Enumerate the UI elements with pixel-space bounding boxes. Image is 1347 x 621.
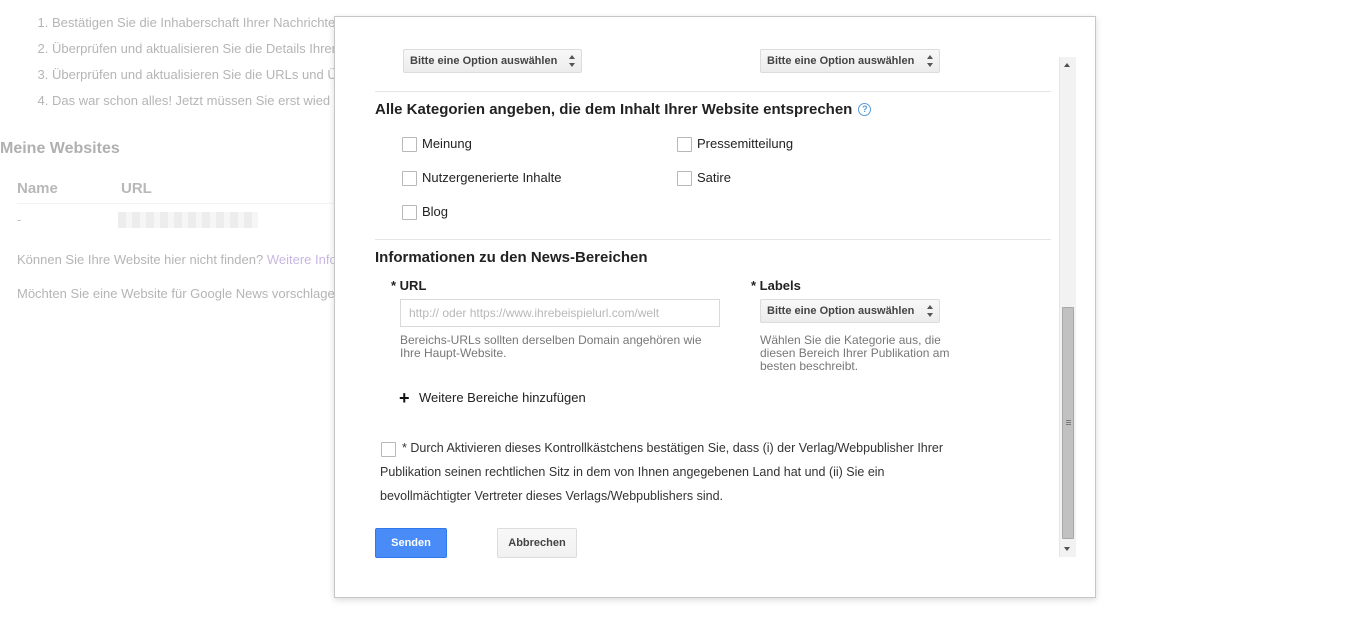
sections-heading: Informationen zu den News-Bereichen [375, 249, 648, 266]
scroll-down-icon[interactable] [1060, 541, 1076, 557]
select-arrows-icon [927, 304, 934, 318]
scrollbar-thumb[interactable] [1062, 307, 1074, 539]
consent-text-line: * Durch Aktivieren dieses Kontrollkästch… [402, 441, 944, 455]
checkbox-nutzergenerierte-inhalte[interactable] [402, 171, 417, 186]
not-found-text: Können Sie Ihre Website hier nicht finde… [17, 252, 337, 267]
grip-icon [1066, 420, 1071, 426]
checkbox-satire[interactable] [677, 171, 692, 186]
select-value: Bitte eine Option auswählen [767, 55, 915, 67]
add-sections-link[interactable]: Weitere Bereiche hinzufügen [419, 390, 586, 405]
dialog-content: Bitte eine Option auswählen Bitte eine O… [335, 17, 1095, 597]
step-item: Überprüfen und aktualisieren Sie die Det… [52, 36, 337, 62]
categories-heading: Alle Kategorien angeben, die dem Inhalt … [375, 101, 872, 118]
checkbox-label: Nutzergenerierte Inhalte [422, 170, 562, 185]
checkbox-label: Pressemitteilung [697, 136, 794, 151]
suggest-text: Möchten Sie eine Website für Google News… [17, 286, 335, 301]
checkbox-label: Meinung [422, 136, 472, 151]
divider [375, 91, 1051, 92]
dialog-scrollbar[interactable] [1059, 57, 1076, 557]
labels-hint: Wählen Sie die Kategorie aus, die diesen… [760, 333, 950, 373]
checkbox-label: Satire [697, 170, 731, 185]
plus-icon[interactable]: + [399, 389, 410, 407]
url-label: * URL [391, 278, 427, 293]
select-value: Bitte eine Option auswählen [767, 305, 915, 317]
consent-text-line: Publikation seinen rechtlichen Sitz in d… [380, 465, 885, 479]
checkbox-label: Blog [422, 204, 449, 219]
consent-text-line: bevollmächtigter Vertreter dieses Verlag… [380, 489, 723, 503]
help-icon[interactable]: ? [858, 103, 872, 116]
url-hint: Bereichs-URLs sollten derselben Domain a… [400, 333, 702, 360]
table-cell-name: - [17, 212, 22, 227]
checkbox-meinung[interactable] [402, 137, 417, 152]
websites-heading: Meine Websites [0, 140, 120, 157]
scroll-up-icon[interactable] [1060, 57, 1076, 73]
checkbox-pressemitteilung[interactable] [677, 137, 692, 152]
top-select-left[interactable]: Bitte eine Option auswählen [403, 49, 582, 73]
labels-label: * Labels [751, 278, 801, 293]
checkbox-blog[interactable] [402, 205, 417, 220]
labels-select[interactable]: Bitte eine Option auswählen [760, 299, 940, 323]
section-url-input[interactable] [400, 299, 720, 327]
column-header-name: Name [17, 180, 58, 197]
cancel-button[interactable]: Abbrechen [497, 528, 577, 558]
select-value: Bitte eine Option auswählen [410, 55, 558, 67]
table-divider [17, 203, 337, 204]
not-found-label: Können Sie Ihre Website hier nicht finde… [17, 252, 264, 267]
categories-heading-text: Alle Kategorien angeben, die dem Inhalt … [375, 101, 853, 118]
consent-block: * Durch Aktivieren dieses Kontrollkästch… [380, 436, 990, 508]
more-info-link[interactable]: Weitere Info [267, 252, 337, 267]
consent-checkbox[interactable] [381, 442, 396, 457]
divider [375, 239, 1051, 240]
step-item: Bestätigen Sie die Inhaberschaft Ihrer N… [52, 10, 337, 36]
steps-list: Bestätigen Sie die Inhaberschaft Ihrer N… [20, 10, 337, 114]
select-arrows-icon [927, 54, 934, 68]
redacted-url [118, 212, 258, 228]
top-select-right[interactable]: Bitte eine Option auswählen [760, 49, 940, 73]
select-arrows-icon [569, 54, 576, 68]
add-sections-dialog: Bitte eine Option auswählen Bitte eine O… [334, 16, 1096, 598]
step-item: Überprüfen und aktualisieren Sie die URL… [52, 62, 337, 88]
column-header-url: URL [121, 180, 152, 197]
step-item: Das war schon alles! Jetzt müssen Sie er… [52, 88, 337, 114]
submit-button[interactable]: Senden [375, 528, 447, 558]
